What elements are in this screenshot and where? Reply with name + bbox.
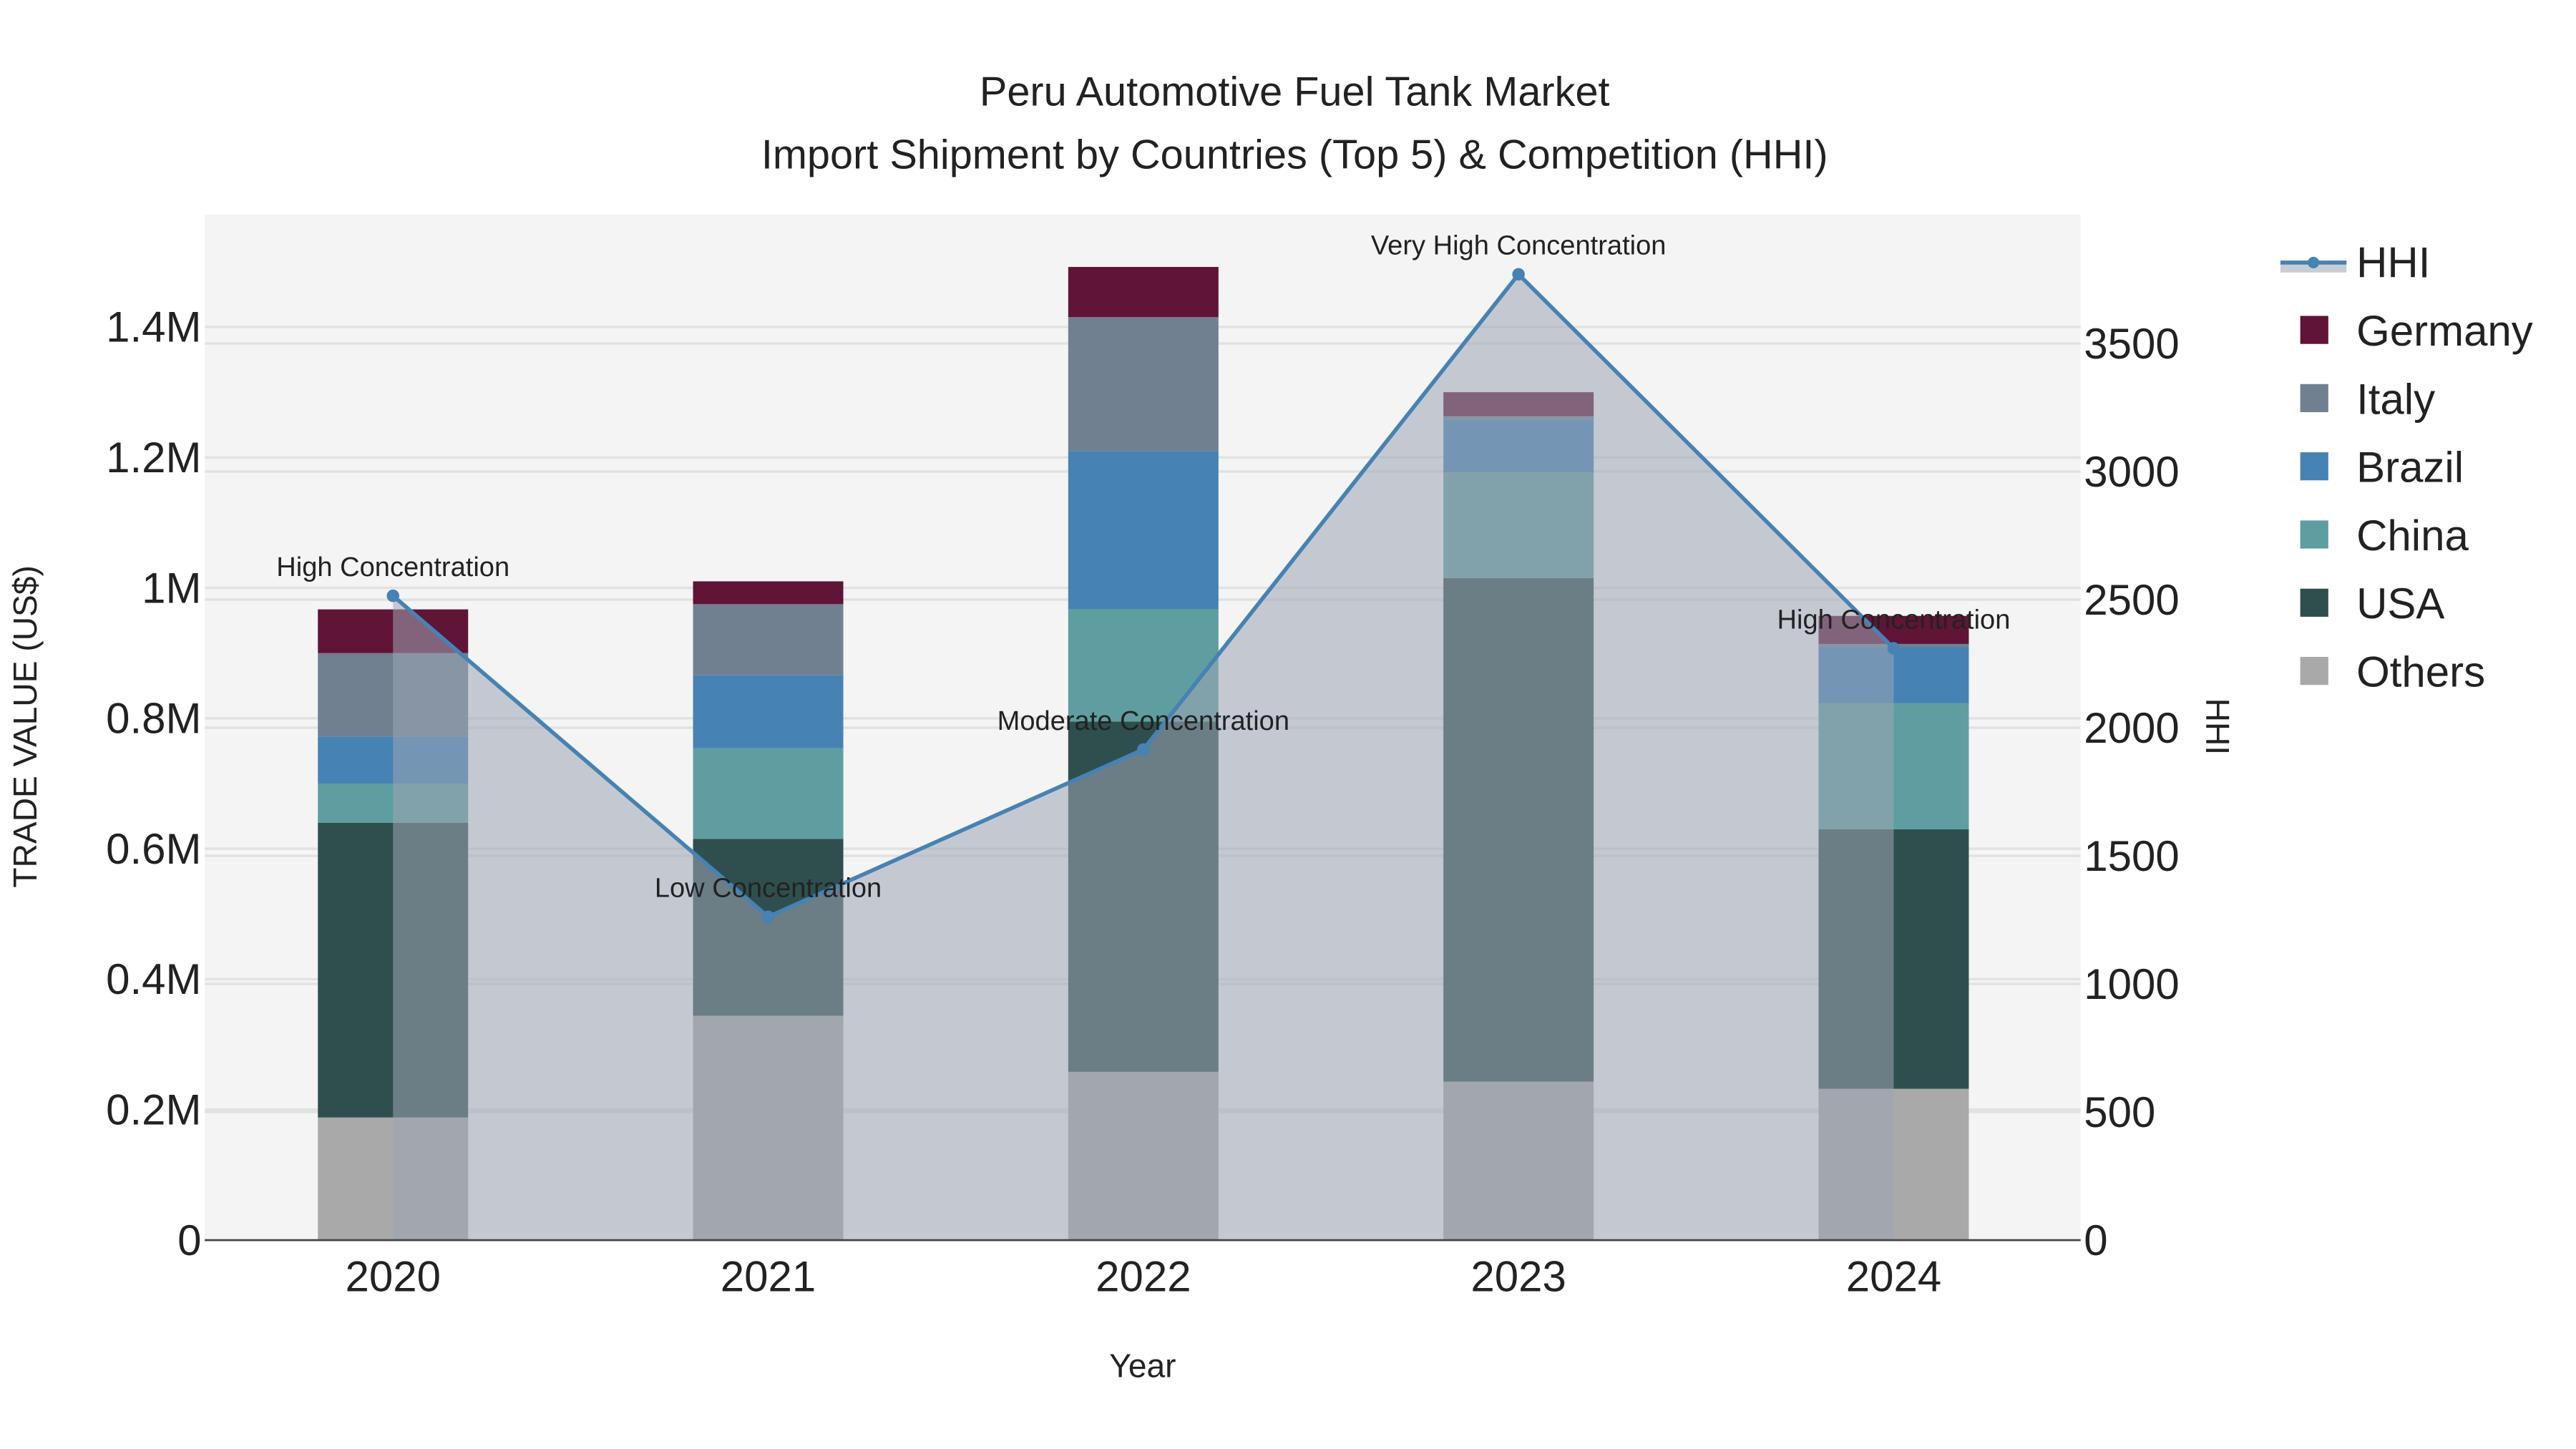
y-axis-ticks: 0 0.2M 0.4M 0.6M 0.8M 1M 1.2M 1.4M [106, 303, 201, 1264]
y-tick-label: 0.4M [106, 955, 201, 1003]
legend-label: Germany [2356, 307, 2533, 355]
y2-tick-label: 3000 [2084, 448, 2179, 496]
x-tick-label: 2024 [1846, 1253, 1941, 1301]
legend-item-brazil[interactable]: Brazil [2300, 444, 2464, 492]
x-axis-ticks: 2020 2021 2022 2023 2024 [345, 1253, 1941, 1301]
y2-tick-label: 1000 [2084, 960, 2179, 1008]
legend-item-germany[interactable]: Germany [2300, 307, 2533, 355]
y-tick-label: 0.6M [106, 825, 201, 873]
y-tick-label: 1M [142, 564, 201, 612]
hhi-annotation: Very High Concentration [1371, 231, 1667, 261]
legend-item-others[interactable]: Others [2300, 648, 2486, 696]
y2-tick-label: 3500 [2084, 320, 2179, 368]
y2-tick-label: 2500 [2084, 576, 2179, 624]
legend-label: USA [2356, 580, 2444, 628]
hhi-point-2022[interactable] [1137, 743, 1150, 756]
hhi-point-2023[interactable] [1512, 268, 1525, 281]
y-tick-label: 0 [177, 1216, 201, 1264]
bar-china-2021[interactable] [693, 748, 844, 839]
hhi-annotation: Moderate Concentration [997, 706, 1289, 736]
legend-item-usa[interactable]: USA [2300, 580, 2445, 628]
chart-title-line2: Import Shipment by Countries (Top 5) & C… [761, 132, 1828, 177]
y-axis-title: TRADE VALUE (US$) [6, 565, 44, 887]
legend-label: Italy [2356, 375, 2435, 423]
legend-swatch [2300, 452, 2328, 481]
legend-swatch [2300, 384, 2328, 412]
legend-label: China [2356, 512, 2469, 560]
y2-tick-label: 2000 [2084, 704, 2179, 752]
y2-axis-ticks: 0 500 1000 1500 2000 2500 3000 3500 [2084, 320, 2179, 1264]
hhi-annotation: High Concentration [276, 552, 509, 582]
y-tick-label: 0.8M [106, 695, 201, 743]
y2-tick-label: 500 [2084, 1088, 2155, 1136]
chart: 0 0.2M 0.4M 0.6M 0.8M 1M 1.2M 1.4M 0 500 1000 1500… [6, 69, 2533, 1385]
y-tick-label: 0.2M [106, 1086, 201, 1134]
x-tick-label: 2021 [721, 1253, 816, 1301]
legend-swatch [2300, 657, 2328, 686]
y2-tick-label: 0 [2084, 1216, 2107, 1264]
y2-axis-title: HHI [2199, 698, 2236, 755]
bar-italy-2021[interactable] [693, 604, 844, 675]
hhi-point-2021[interactable] [761, 910, 775, 924]
x-tick-label: 2023 [1470, 1253, 1566, 1301]
chart-title-line1: Peru Automotive Fuel Tank Market [980, 69, 1610, 115]
hhi-annotation: Low Concentration [655, 874, 882, 904]
bar-brazil-2022[interactable] [1068, 451, 1219, 610]
legend-item-hhi[interactable]: HHI [2280, 239, 2430, 287]
hhi-point-2020[interactable] [386, 589, 399, 602]
legend-swatch [2300, 588, 2328, 617]
legend-label: Others [2356, 648, 2485, 696]
legend-item-china[interactable]: China [2300, 512, 2469, 560]
hhi-annotation: High Concentration [1777, 605, 2011, 635]
legend-label: Brazil [2356, 444, 2464, 492]
legend-swatch [2300, 316, 2328, 344]
hhi-point-2024[interactable] [1887, 642, 1901, 655]
legend-hhi-marker [2308, 256, 2320, 268]
y-tick-label: 1.2M [106, 434, 201, 482]
x-tick-label: 2020 [345, 1253, 440, 1301]
bar-italy-2022[interactable] [1068, 317, 1219, 452]
legend-label: HHI [2356, 239, 2430, 287]
y2-tick-label: 1500 [2084, 832, 2179, 880]
x-axis-title: Year [1109, 1347, 1176, 1385]
legend[interactable]: HHI Germany Italy Brazil China USA Others [2280, 239, 2533, 696]
x-tick-label: 2022 [1096, 1253, 1191, 1301]
y-tick-label: 1.4M [106, 303, 201, 351]
bar-brazil-2021[interactable] [693, 675, 844, 748]
legend-item-italy[interactable]: Italy [2300, 375, 2436, 423]
bar-germany-2021[interactable] [693, 581, 844, 605]
legend-swatch [2300, 520, 2328, 549]
bar-germany-2022[interactable] [1068, 267, 1219, 318]
